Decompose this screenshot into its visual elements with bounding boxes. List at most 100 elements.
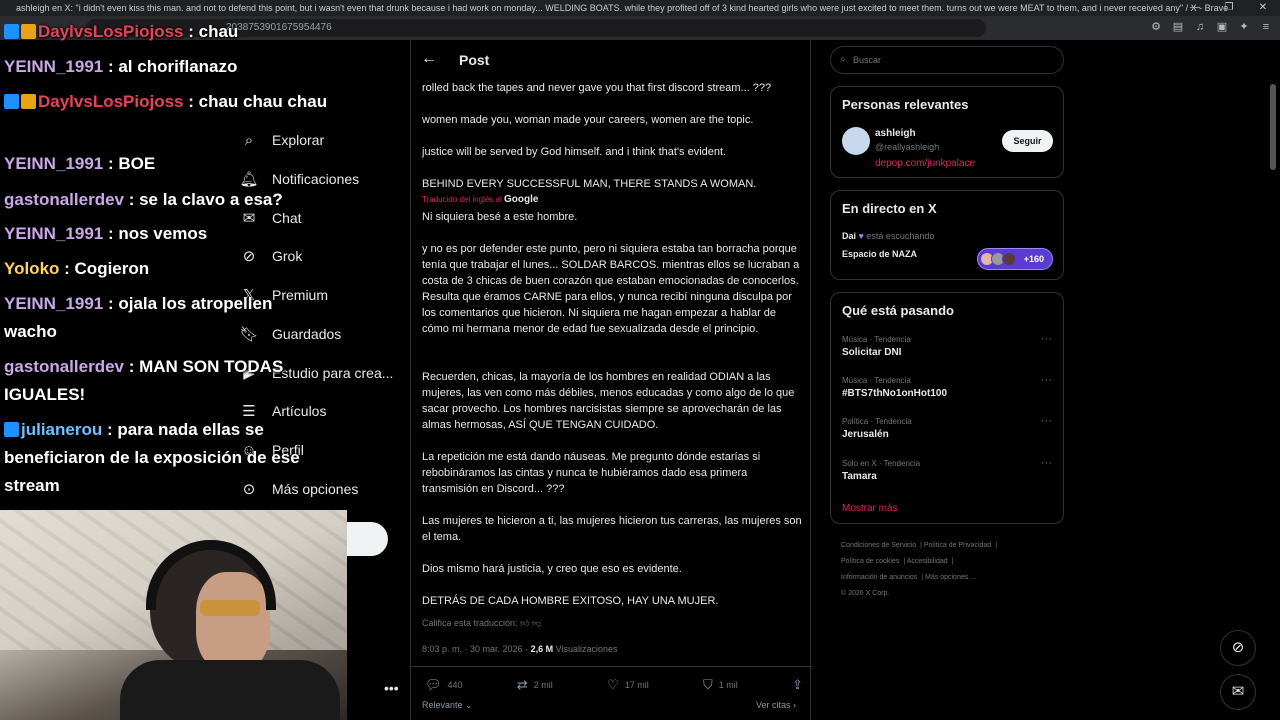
more-icon[interactable]: ··· bbox=[1041, 415, 1052, 427]
chat-message: gastonallerdev : MAN SON TODAS IGUALES! bbox=[4, 353, 329, 409]
badge-icon bbox=[4, 422, 19, 437]
post-timestamp[interactable]: 8:03 p. m. · 30 mar. 2026 · bbox=[422, 644, 528, 654]
badge-icon bbox=[4, 94, 19, 109]
more-icon[interactable]: ··· bbox=[1041, 457, 1052, 469]
extensions-icon[interactable]: ⚙ bbox=[1150, 20, 1162, 34]
chat-user: Yoloko bbox=[4, 259, 60, 278]
chat-text: : al choriflanazo bbox=[103, 57, 238, 76]
like-button[interactable]: ♡ 17 mil bbox=[607, 677, 649, 693]
trend-item[interactable]: Música · Tendencia #BTS7thNo1onHot100 bbox=[842, 376, 947, 399]
footer-link[interactable]: Condiciones de Servicio bbox=[841, 542, 916, 549]
chat-text: : nos vemos bbox=[103, 224, 208, 243]
close-window-button[interactable]: ✕ bbox=[1246, 0, 1280, 16]
chat-user: DaylvsLosPiojoss bbox=[38, 92, 184, 111]
copyright: © 2026 X Corp. bbox=[841, 590, 890, 597]
crown-icon bbox=[21, 24, 36, 39]
trend-topic: #BTS7thNo1onHot100 bbox=[842, 388, 948, 399]
views-label: Visualizaciones bbox=[555, 644, 618, 654]
scrollbar[interactable] bbox=[1270, 84, 1276, 170]
rate-translation: Califica esta traducción: 👍︎ 👎︎ bbox=[422, 618, 541, 629]
bookmark-button[interactable]: ⛉ 1 mil bbox=[703, 677, 738, 693]
chat-message: gastonallerdev : se la clavo a esa? bbox=[4, 186, 329, 214]
thumbs-down-icon[interactable]: 👎︎ bbox=[532, 618, 541, 628]
chat-text: : chau bbox=[183, 22, 239, 41]
footer-link[interactable]: Información de anuncios bbox=[841, 574, 917, 581]
space-host: Dai bbox=[842, 231, 857, 241]
listening-label: está escuchando bbox=[866, 231, 935, 241]
footer-link[interactable]: Política de Privacidad bbox=[924, 542, 991, 549]
profile-name[interactable]: ashleigh bbox=[875, 128, 916, 139]
listeners-count: +160 bbox=[1023, 254, 1044, 264]
avatar[interactable] bbox=[842, 127, 870, 155]
leo-icon[interactable]: ✦ bbox=[1238, 20, 1250, 34]
repost-button[interactable]: ⇄ 2 mil bbox=[517, 677, 553, 693]
search-icon: ⌕ bbox=[840, 54, 846, 65]
share-icon: ⇪ bbox=[792, 677, 803, 692]
menu-icon[interactable]: ≡ bbox=[1260, 20, 1272, 34]
footer-link[interactable]: Más opciones ... bbox=[925, 574, 976, 581]
webcam-feed bbox=[0, 510, 347, 720]
media-icon[interactable]: ♫ bbox=[1194, 20, 1206, 34]
back-arrow-icon[interactable]: ← bbox=[421, 50, 437, 68]
profile-link[interactable]: depop.com/junkpalace bbox=[875, 158, 975, 169]
space-listeners-pill[interactable]: +160 bbox=[977, 248, 1053, 270]
footer-link[interactable]: Política de cookies bbox=[841, 558, 899, 565]
chat-text: : Cogieron bbox=[59, 259, 150, 278]
toolbar-icons: ⚙ ▤ ♫ ▣ ✦ ≡ bbox=[1150, 20, 1272, 34]
chat-message: julianerou : para nada ellas se benefici… bbox=[4, 416, 329, 500]
share-button[interactable]: ⇪ bbox=[792, 677, 803, 693]
google-logo: Google bbox=[503, 194, 539, 205]
grok-float-button[interactable]: ⊘ bbox=[1220, 630, 1256, 666]
chevron-down-icon: ⌄ bbox=[465, 700, 473, 710]
stream-chat-overlay: DaylvsLosPiojoss : chau YEINN_1991 : al … bbox=[0, 0, 410, 510]
trend-context: Música · Tendencia bbox=[842, 376, 911, 385]
trend-item[interactable]: Solo en X · Tendencia Tamara bbox=[842, 459, 920, 482]
thumbs-up-icon[interactable]: 👍︎ bbox=[520, 618, 529, 628]
trend-item[interactable]: Política · Tendencia Jerusalén bbox=[842, 417, 912, 440]
trend-item[interactable]: Música · Tendencia Solicitar DNI bbox=[842, 335, 911, 358]
chat-message: YEINN_1991 : ojala los atropellen wacho bbox=[4, 290, 329, 346]
more-icon[interactable]: ··· bbox=[1041, 374, 1052, 386]
trend-context: Música · Tendencia bbox=[842, 335, 911, 344]
relevant-people-card: Personas relevantes ashleigh @reallyashl… bbox=[830, 86, 1064, 178]
chat-text: : se la clavo a esa? bbox=[124, 190, 283, 209]
trend-topic: Jerusalén bbox=[842, 429, 889, 440]
page-title: Post bbox=[459, 52, 490, 68]
more-icon[interactable]: ··· bbox=[1041, 333, 1052, 345]
post-button[interactable] bbox=[346, 522, 388, 556]
profile-handle: @reallyashleigh bbox=[875, 142, 940, 152]
footer-link[interactable]: Accesibilidad bbox=[907, 558, 948, 565]
chat-message: YEINN_1991 : al choriflanazo bbox=[4, 53, 329, 81]
sort-replies-dropdown[interactable]: Relevante ⌄ bbox=[422, 700, 473, 711]
follow-button[interactable]: Seguir bbox=[1002, 130, 1053, 152]
trend-topic: Tamara bbox=[842, 471, 877, 482]
minimize-button[interactable]: — bbox=[1178, 0, 1212, 16]
chevron-right-icon: › bbox=[793, 700, 796, 710]
post-text-line: justice will be served by God himself. a… bbox=[422, 146, 727, 158]
chat-text: : BOE bbox=[103, 154, 156, 173]
account-more-icon[interactable]: ••• bbox=[384, 680, 399, 696]
chat-user: YEINN_1991 bbox=[4, 224, 104, 243]
reply-button[interactable]: 💬︎ 440 bbox=[425, 677, 463, 693]
chat-message: DaylvsLosPiojoss : chau chau chau bbox=[4, 88, 329, 116]
footer-links: Condiciones de Servicio | Política de Pri… bbox=[841, 542, 998, 597]
rate-translation-label: Califica esta traducción: bbox=[422, 618, 518, 628]
translation-paragraph: Dios mismo hará justicia, y creo que eso… bbox=[422, 563, 682, 575]
maximize-button[interactable]: ❐ bbox=[1212, 0, 1246, 16]
chat-message: DaylvsLosPiojoss : chau bbox=[4, 18, 329, 46]
relevant-people-title: Personas relevantes bbox=[842, 97, 969, 112]
crown-icon bbox=[21, 94, 36, 109]
sidebar-icon[interactable]: ▤ bbox=[1172, 20, 1184, 34]
messages-float-button[interactable]: ✉ bbox=[1220, 674, 1256, 710]
search-input[interactable]: ⌕ Buscar bbox=[830, 46, 1064, 74]
show-more-link[interactable]: Mostrar más bbox=[842, 503, 898, 514]
post-column: ← Post rolled back the tapes and never g… bbox=[410, 40, 812, 720]
view-quotes-link[interactable]: Ver citas › bbox=[756, 700, 796, 710]
wallet-icon[interactable]: ▣ bbox=[1216, 20, 1228, 34]
bookmark-count: 1 mil bbox=[718, 680, 738, 690]
window-controls: — ❐ ✕ bbox=[1178, 0, 1280, 16]
translation-paragraph: y no es por defender este punto, pero ni… bbox=[422, 243, 800, 335]
views-count: 2,6 M bbox=[530, 644, 554, 654]
reply-icon: 💬︎ bbox=[425, 677, 442, 692]
space-title[interactable]: Espacio de NAZA bbox=[842, 249, 917, 259]
